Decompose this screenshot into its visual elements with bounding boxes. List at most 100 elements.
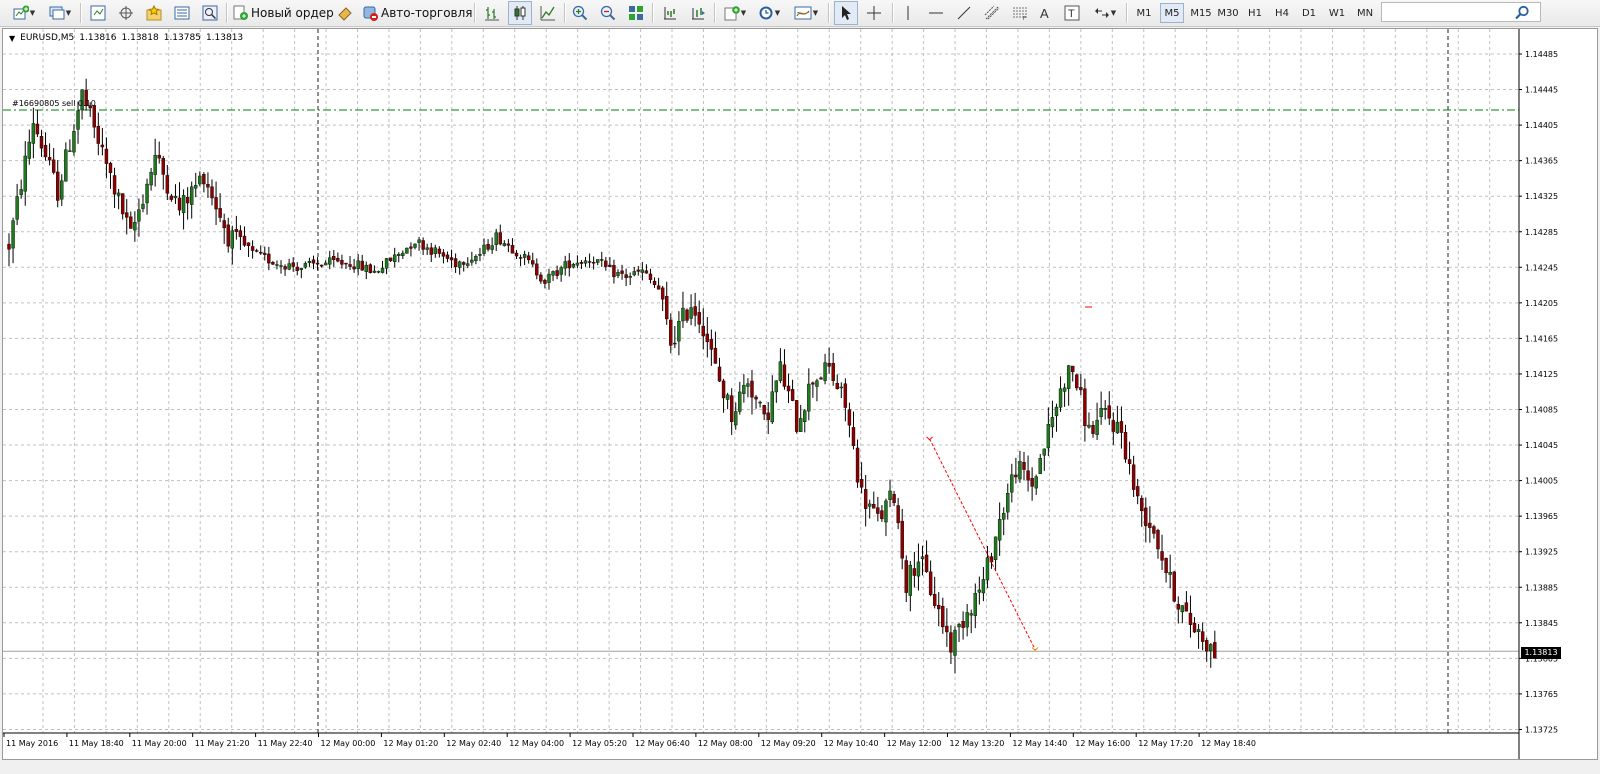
candle	[96, 112, 101, 156]
bear-candle-body	[1123, 432, 1128, 460]
bull-candle-body	[1196, 629, 1201, 633]
candle	[1176, 596, 1180, 624]
bear-candle-body	[701, 325, 705, 337]
candle	[198, 171, 202, 187]
auto-trading-button[interactable]: Авто-торговля	[362, 1, 473, 25]
text-label-button[interactable]: T	[1060, 1, 1084, 25]
strategy-tester-button[interactable]	[198, 1, 222, 25]
toolbar-separator	[892, 3, 894, 23]
candle	[1030, 467, 1034, 501]
price-tick-label: 1.13725	[1525, 725, 1558, 734]
line-chart-button[interactable]	[536, 1, 560, 25]
zoom-in-button[interactable]	[568, 1, 592, 25]
bear-candle-body	[234, 229, 239, 232]
timeframe-w1[interactable]: W1	[1324, 3, 1350, 23]
svg-text:A: A	[1040, 6, 1049, 21]
candle	[587, 253, 592, 268]
favorites-button[interactable]	[142, 1, 166, 25]
meta-editor-button[interactable]	[334, 1, 356, 25]
bull-candle-body	[1099, 407, 1103, 418]
bear-candle-body	[876, 507, 880, 514]
timeframe-d1[interactable]: D1	[1297, 3, 1321, 23]
candle	[876, 496, 880, 522]
trendline-button[interactable]	[952, 1, 976, 25]
bear-candle-body	[1204, 640, 1209, 652]
candle	[644, 264, 649, 274]
candle	[242, 226, 247, 247]
candle	[315, 257, 320, 271]
timeframe-h4[interactable]: H4	[1270, 3, 1294, 23]
candle	[1042, 448, 1047, 471]
profiles-button[interactable]: ▼	[44, 1, 76, 25]
bull-candle-body	[230, 230, 235, 249]
vertical-line-button[interactable]	[896, 1, 920, 25]
arrows-button[interactable]: ▼	[1088, 1, 1122, 25]
zoom-out-button[interactable]	[596, 1, 620, 25]
equidistant-channel-button[interactable]	[980, 1, 1004, 25]
crosshair-button[interactable]	[862, 1, 886, 25]
horizontal-line-button[interactable]	[924, 1, 948, 25]
bear-candle-body	[835, 383, 839, 390]
time-tick-label: 11 May 22:40	[258, 739, 313, 748]
candlesticks-icon	[512, 5, 528, 21]
search-button[interactable]	[1510, 1, 1534, 25]
candlesticks-button[interactable]	[508, 1, 532, 25]
symbol-label: EURUSD,M5	[20, 33, 75, 43]
timeframe-m30[interactable]: M30	[1215, 3, 1241, 23]
timeframe-mn[interactable]: MN	[1352, 3, 1378, 23]
new-order-button[interactable]: Новый ордер	[232, 1, 334, 25]
bull-candle-body	[198, 175, 202, 185]
tile-windows-button[interactable]	[624, 1, 648, 25]
candle	[981, 566, 986, 602]
candle	[137, 198, 141, 237]
market-watch-button[interactable]	[86, 1, 110, 25]
price-chart[interactable]: 1.14485 1.14445 1.14405 1.14365 1.14325 1.142…	[3, 29, 1597, 759]
time-tick-label: 12 May 08:00	[698, 739, 753, 748]
bull-candle-body	[778, 361, 783, 381]
candle	[267, 246, 271, 271]
candle	[855, 439, 860, 488]
candle	[490, 237, 494, 254]
chart-shift-button[interactable]	[658, 1, 682, 25]
bear-candle-body	[660, 287, 665, 300]
bull-candle-body	[417, 239, 421, 243]
indicators-button[interactable]: ▼	[720, 1, 750, 25]
periods-button[interactable]: ▼	[754, 1, 784, 25]
autoscroll-button[interactable]	[686, 1, 710, 25]
candle	[116, 188, 121, 210]
timeframe-m15[interactable]: M15	[1188, 3, 1214, 23]
text-button[interactable]: A	[1034, 1, 1056, 25]
fibonacci-button[interactable]: F	[1008, 1, 1032, 25]
timeframe-m5[interactable]: M5	[1160, 3, 1184, 23]
timeframe-m1[interactable]: M1	[1132, 3, 1156, 23]
candle	[652, 277, 657, 288]
price-tick-label: 1.14165	[1525, 334, 1558, 343]
candle	[851, 411, 856, 450]
bull-candle-body	[1180, 605, 1185, 613]
bear-candle-body	[1156, 530, 1160, 550]
bear-candle-body	[1022, 462, 1026, 470]
new-chart-button[interactable]: ▼	[8, 1, 40, 25]
time-tick-label: 11 May 18:40	[69, 739, 124, 748]
candle	[486, 239, 490, 252]
candle	[409, 242, 413, 257]
price-tick-label: 1.14085	[1525, 406, 1558, 415]
triangle-down-icon[interactable]: ▼	[9, 34, 15, 43]
toolbar-separator	[564, 3, 566, 23]
fibonacci-icon: F	[1012, 5, 1028, 21]
bull-candle-body	[60, 180, 64, 200]
candle	[1196, 624, 1201, 649]
candle	[1127, 441, 1132, 475]
timeframe-h1[interactable]: H1	[1243, 3, 1267, 23]
navigator-button[interactable]	[114, 1, 138, 25]
templates-button[interactable]: ▼	[790, 1, 822, 25]
chart-window[interactable]: 1.14485 1.14445 1.14405 1.14365 1.14325 1.142…	[2, 28, 1598, 760]
candle	[656, 277, 661, 290]
bear-candle-body	[855, 447, 860, 483]
price-tick-label: 1.13845	[1525, 619, 1558, 628]
price-tick-label: 1.14485	[1525, 50, 1558, 59]
candle	[973, 583, 977, 629]
terminal-button[interactable]	[170, 1, 194, 25]
cursor-button[interactable]	[834, 1, 858, 25]
bar-chart-button[interactable]	[480, 1, 504, 25]
